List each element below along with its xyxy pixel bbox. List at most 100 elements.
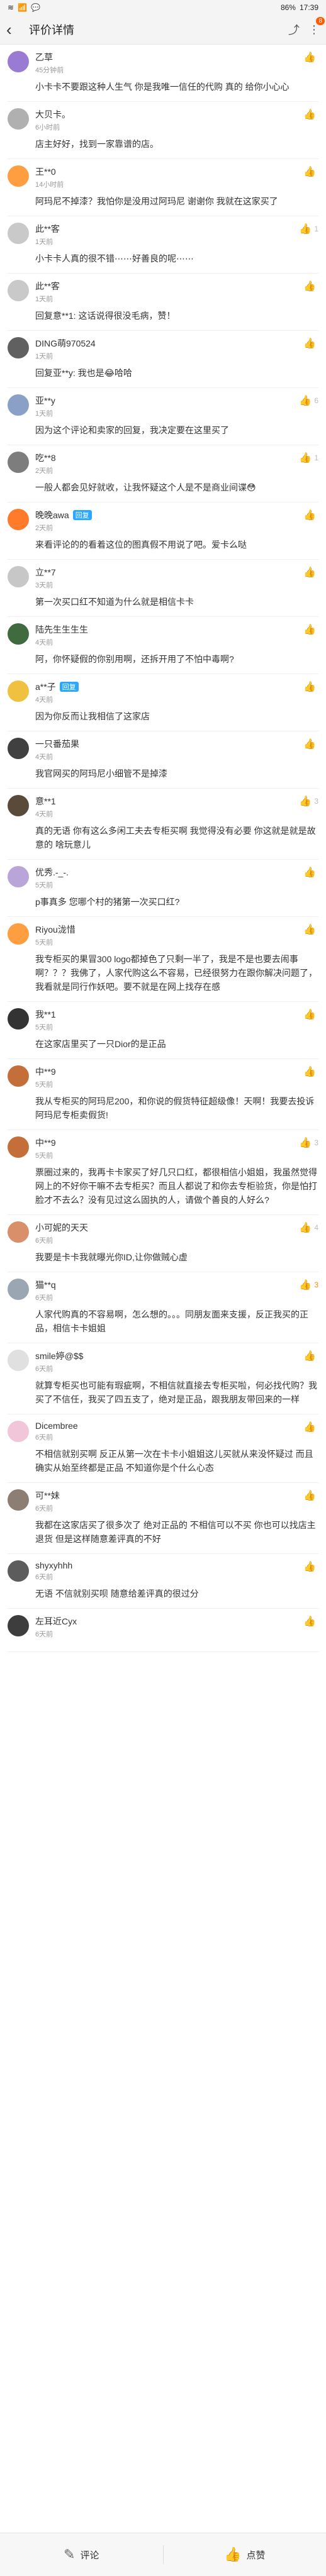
review-header: 左耳近Cyx 6天前 👍 [8,1615,318,1639]
review-item: 优秀.-_-. 5天前 👍 p事真多 您哪个村的猪第一次买口红? [8,860,318,917]
review-header: 我**1 5天前 👍 [8,1008,318,1032]
like-toggle[interactable]: 👍 [303,1350,318,1362]
reviewer-name-row: 此**客 [35,280,303,292]
like-toggle[interactable]: 👍 1 [299,452,318,464]
review-header: DING萌970524 1天前 👍 [8,337,318,361]
thumb-up-icon: 👍 [299,1223,312,1233]
avatar[interactable] [8,1560,29,1582]
message-icon: 💬 [31,3,40,12]
review-header: 王**0 14小时前 👍 [8,165,318,189]
like-toggle[interactable]: 👍 [303,738,318,750]
like-count: 6 [314,396,318,405]
comment-button[interactable]: ✎ 评论 [0,2546,163,2563]
like-toggle[interactable]: 👍 [303,1560,318,1573]
like-toggle[interactable]: 👍 3 [299,1136,318,1149]
like-toggle[interactable]: 👍 [303,337,318,350]
like-toggle[interactable]: 👍 [303,51,318,64]
avatar[interactable] [8,1489,29,1511]
comment-icon: ✎ [64,2546,76,2562]
avatar[interactable] [8,1136,29,1158]
avatar[interactable] [8,1008,29,1030]
review-item: 左耳近Cyx 6天前 👍 [8,1609,318,1652]
like-toggle[interactable]: 👍 [303,1489,318,1502]
like-button[interactable]: 👍 点赞 [164,2546,326,2563]
avatar[interactable] [8,795,29,816]
avatar[interactable] [8,509,29,530]
review-meta: 一只番茄果 4天前 [35,738,303,762]
like-toggle[interactable]: 👍 [303,509,318,521]
review-header: 中**9 5天前 👍 3 [8,1136,318,1160]
avatar[interactable] [8,1279,29,1300]
avatar[interactable] [8,866,29,887]
review-meta: 左耳近Cyx 6天前 [35,1615,303,1639]
avatar[interactable] [8,337,29,358]
avatar[interactable] [8,623,29,645]
back-icon[interactable]: ‹ [6,20,24,40]
like-toggle[interactable]: 👍 [303,623,318,636]
like-toggle[interactable]: 👍 [303,1615,318,1628]
avatar[interactable] [8,394,29,416]
review-header: 立**7 3天前 👍 [8,566,318,590]
like-toggle[interactable]: 👍 [303,1421,318,1433]
review-meta: 优秀.-_-. 5天前 [35,866,303,890]
avatar[interactable] [8,280,29,301]
review-text: 我从专柜买的阿玛尼200，和你说的假货特征超级像！天啊！我要去投诉阿玛尼专柜卖假… [35,1096,315,1120]
avatar[interactable] [8,566,29,587]
reviewer-name-row: shyxyhhh [35,1560,303,1570]
share-icon[interactable]: ⤴ [288,21,300,38]
review-item: 大贝卡。 6小时前 👍 店主好好，找到一家靠谱的店。 [8,102,318,159]
reviewer-name: 吃**8 [35,453,56,463]
like-toggle[interactable]: 👍 [303,923,318,936]
review-time: 6天前 [35,1294,53,1302]
more-icon[interactable]: ⋮ 8 [308,16,325,36]
avatar[interactable] [8,223,29,244]
avatar[interactable] [8,108,29,130]
reviewer-name: 中**9 [35,1138,56,1148]
avatar[interactable] [8,1221,29,1243]
signal-icon: 📶 [18,3,28,12]
avatar[interactable] [8,1350,29,1371]
review-item: Riyou泷惜 5天前 👍 我专柜买的果冒300 logo都掉色了只剩一半了，我… [8,917,318,1002]
avatar[interactable] [8,452,29,473]
like-toggle[interactable]: 👍 [303,165,318,178]
review-meta: 此**客 1天前 [35,223,299,247]
review-time: 6天前 [35,1574,53,1581]
thumb-up-icon: 👍 [299,1138,312,1148]
reviewer-name: 中**9 [35,1067,56,1077]
thumb-up-icon: 👍 [303,924,316,935]
avatar[interactable] [8,1615,29,1636]
review-text: 人家代购真的不容易啊，怎么想的。。。同朋友面来支援，反正我买的正品，相信卡卡姐姐 [35,1309,308,1333]
like-count: 1 [314,453,318,462]
review-item: 此**客 1天前 👍 回复意**1: 这话说得很没毛病，赞！ [8,274,318,331]
like-toggle[interactable]: 👍 [303,280,318,292]
avatar[interactable] [8,51,29,72]
avatar[interactable] [8,923,29,945]
like-toggle[interactable]: 👍 [303,566,318,579]
like-toggle[interactable]: 👍 6 [299,394,318,407]
review-meta: 意**1 4天前 [35,795,299,819]
review-item: Dicembree 6天前 👍 不相信就别买啊 反正从第一次在卡卡小姐姐这儿买就… [8,1414,318,1483]
avatar[interactable] [8,738,29,759]
review-time: 5天前 [35,1152,53,1160]
thumb-up-icon: 👍 [303,338,316,349]
avatar[interactable] [8,165,29,187]
review-text: 回复亚**y: 我也是😂哈哈 [35,368,133,378]
like-toggle[interactable]: 👍 [303,1008,318,1021]
avatar[interactable] [8,1421,29,1442]
avatar[interactable] [8,1065,29,1087]
like-toggle[interactable]: 👍 [303,108,318,121]
reviewer-name-row: 猫**q [35,1279,299,1291]
like-toggle[interactable]: 👍 [303,680,318,693]
review-time: 6天前 [35,1505,53,1513]
reviewer-name-row: 晚晚awa 回复 [35,509,303,521]
like-toggle[interactable]: 👍 1 [299,223,318,235]
like-toggle[interactable]: 👍 3 [299,1279,318,1291]
like-toggle[interactable]: 👍 4 [299,1221,318,1234]
like-toggle[interactable]: 👍 [303,866,318,879]
avatar[interactable] [8,680,29,702]
comment-label: 评论 [80,2550,99,2561]
like-toggle[interactable]: 👍 [303,1065,318,1078]
like-toggle[interactable]: 👍 3 [299,795,318,808]
review-header: 猫**q 6天前 👍 3 [8,1279,318,1302]
reviewer-name: 此**客 [35,224,60,234]
